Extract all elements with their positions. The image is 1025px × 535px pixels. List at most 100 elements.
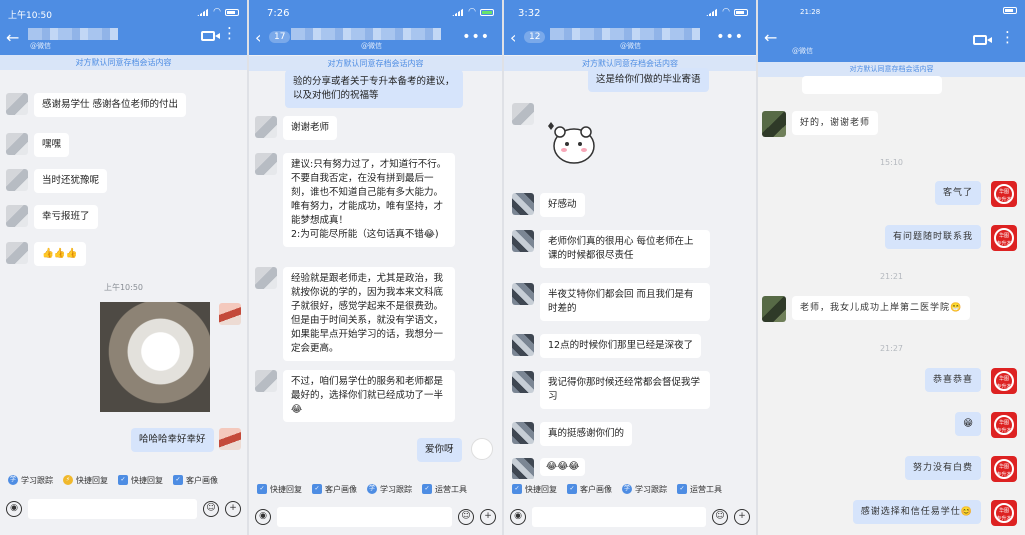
my-avatar-logo[interactable]: 华图 专升本 [991,456,1017,482]
more-horizontal-icon[interactable]: ••• [462,30,490,44]
back-arrow-icon[interactable]: ‹ [255,28,261,47]
message-row: 幸亏报班了 [6,205,98,229]
message-row: 😂😂😂 [512,458,586,480]
contact-avatar[interactable] [512,193,534,215]
contact-avatar[interactable] [512,334,534,356]
emoji-icon[interactable]: ☺ [203,501,219,517]
chat-header: 3:32 ◠ ‹ 12 @微信 ••• [504,0,756,55]
contact-avatar[interactable] [255,153,277,175]
contact-avatar[interactable] [762,111,786,137]
message-row: 真的挺感谢你们的 [512,422,633,446]
timestamp: 15:10 [879,158,904,167]
battery-icon [480,8,494,16]
contact-avatar[interactable] [6,133,28,155]
contact-avatar[interactable] [255,370,277,392]
chat-header: 上午10:50 ◠ ← @微信 ⋮ [0,0,247,55]
contact-name-redacted [550,28,700,40]
quick-reply-icon: ⚡ [63,475,73,485]
message-bubble: 好的，谢谢老师 [792,111,879,135]
my-avatar[interactable] [219,428,241,450]
video-call-icon[interactable] [973,35,992,45]
contact-avatar[interactable] [6,93,28,115]
quick-item[interactable]: 学学习跟踪 [367,484,412,495]
message-bubble: 老师，我女儿成功上岸第二医学院😁 [792,296,971,320]
check-icon: ✓ [422,484,432,494]
check-icon: ✓ [567,484,577,494]
contact-avatar[interactable] [512,371,534,393]
plus-icon[interactable]: + [480,509,496,525]
contact-avatar[interactable] [512,283,534,305]
my-avatar-logo[interactable]: 华图 专升本 [991,368,1017,394]
message-row: 谢谢老师 [255,116,338,140]
quick-item[interactable]: ⚡ 快捷回复 [63,475,108,486]
contact-avatar[interactable] [512,230,534,252]
voice-icon[interactable]: ◉ [255,509,271,525]
back-arrow-icon[interactable]: ← [6,28,19,47]
cropped-message-bubble [802,76,942,94]
my-avatar-logo[interactable]: 华图 专升本 [991,225,1017,251]
check-icon: ✓ [257,484,267,494]
quick-item[interactable]: ✓ 快捷回复 [118,475,163,486]
message-row: 12点的时候你们那里已经是深夜了 [512,334,702,358]
contact-avatar[interactable] [6,242,28,264]
more-horizontal-icon[interactable]: ••• [716,30,744,44]
message-row: 老师，我女儿成功上岸第二医学院😁 [762,296,971,322]
contact-avatar[interactable] [512,422,534,444]
more-vertical-icon[interactable]: ⋮ [1000,30,1015,45]
my-message-bubble: 哈哈哈幸好幸好 [131,428,214,452]
chat-panel-3: 3:32 ◠ ‹ 12 @微信 ••• 对方默认同意存档会话内容 这是给你们做的… [504,0,756,535]
contact-avatar[interactable] [762,296,786,322]
sticker-image[interactable] [100,302,210,412]
wifi-icon: ◠ [213,7,221,17]
my-message-bubble: 😁 [955,412,981,436]
plus-icon[interactable]: + [734,509,750,525]
message-bubble: 😂😂😂 [540,458,586,476]
plus-icon[interactable]: + [225,501,241,517]
my-avatar-logo[interactable]: 华图 专升本 [991,500,1017,526]
quick-item[interactable]: ✓ 快捷回复 [257,484,302,495]
quick-item[interactable]: 学学习跟踪 [622,484,667,495]
status-icons [1003,7,1017,14]
input-bar: ◉ ☺ + [249,503,502,531]
study-track-icon: 学 [8,475,18,485]
contact-avatar[interactable] [6,169,28,191]
contact-avatar[interactable] [512,103,534,125]
quick-item[interactable]: ✓ 客户画像 [173,475,218,486]
chat-panel-1: 上午10:50 ◠ ← @微信 ⋮ 对方默认同意存档会话内容 感谢易学仕 感谢各… [0,0,247,535]
my-message-bubble: 客气了 [934,181,981,205]
back-arrow-icon[interactable]: ‹ [510,28,516,47]
quick-item[interactable]: ✓ 客户画像 [567,484,612,495]
back-arrow-icon[interactable]: ← [764,28,777,47]
quick-item[interactable]: ✓ 客户画像 [312,484,357,495]
screenshot-collage: 上午10:50 ◠ ← @微信 ⋮ 对方默认同意存档会话内容 感谢易学仕 感谢各… [0,0,1025,535]
quick-item[interactable]: 学学习跟踪 [8,475,53,486]
message-input[interactable] [28,499,197,519]
voice-icon[interactable]: ◉ [6,501,22,517]
video-call-icon[interactable] [201,31,220,41]
quick-item[interactable]: ✓ 运营工具 [677,484,722,495]
status-icons: ◠ [706,7,748,17]
status-icons: ◠ [452,7,494,17]
my-avatar-logo[interactable]: 华图 专升本 [991,181,1017,207]
my-avatar[interactable] [219,303,241,325]
more-vertical-icon[interactable]: ⋮ [222,26,237,41]
quick-item[interactable]: ✓ 运营工具 [422,484,467,495]
message-bubble: 真的挺感谢你们的 [540,422,633,446]
my-avatar-logo[interactable]: 华图 专升本 [991,412,1017,438]
contact-subname: @微信 [30,42,51,50]
bear-sticker-image[interactable] [544,120,600,166]
contact-avatar[interactable] [255,116,277,138]
message-input[interactable] [277,507,452,527]
voice-icon[interactable]: ◉ [510,509,526,525]
battery-icon [225,8,239,16]
emoji-icon[interactable]: ☺ [458,509,474,525]
contact-avatar[interactable] [255,267,277,289]
quick-item[interactable]: ✓ 快捷回复 [512,484,557,495]
contact-avatar[interactable] [6,205,28,227]
emoji-icon[interactable]: ☺ [712,509,728,525]
status-bar: 7:26 ◠ [249,4,502,22]
my-avatar[interactable] [471,438,493,460]
contact-avatar[interactable] [512,458,534,480]
message-input[interactable] [532,507,706,527]
study-track-icon: 学 [367,484,377,494]
